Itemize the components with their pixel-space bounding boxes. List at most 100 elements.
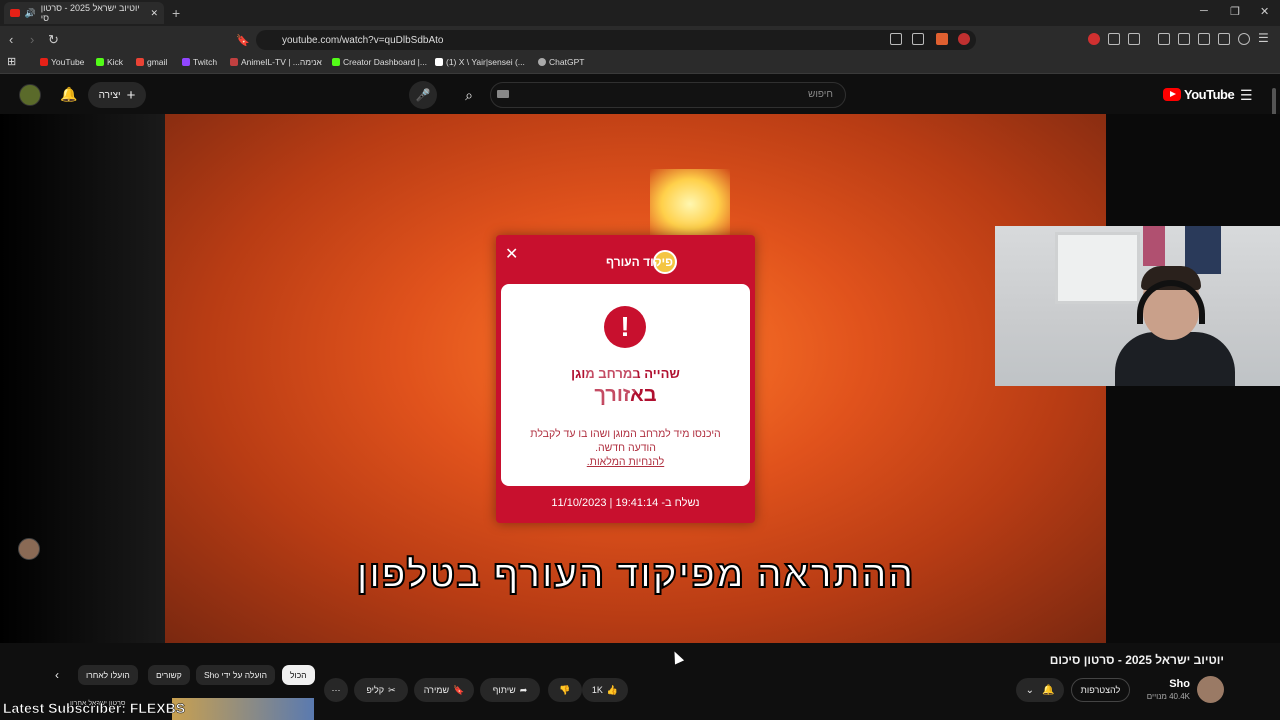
vpn-icon[interactable] <box>1238 33 1250 45</box>
share-page-icon[interactable] <box>912 33 924 45</box>
browser-tab[interactable]: 🔊 יוטיוב ישראל 2025 - סרטון סי ✕ <box>4 2 164 24</box>
thumbs-up-icon: 👍 <box>606 684 619 695</box>
kick-icon <box>96 58 104 66</box>
browser-tab-bar: 🔊 יוטיוב ישראל 2025 - סרטון סי ✕ + ─ ❐ ✕ <box>0 0 1280 26</box>
extension-red-icon[interactable] <box>1088 33 1100 45</box>
webcam-overlay <box>995 226 1280 386</box>
share-button[interactable]: ➦ שיתוף <box>480 678 540 702</box>
webcam-poster <box>1143 226 1165 266</box>
recommended-video-thumbnail[interactable] <box>172 698 314 720</box>
more-icon: ⋯ <box>331 684 341 695</box>
youtube-logo[interactable]: YouTube <box>1163 87 1235 102</box>
subscription-bell-button[interactable]: ⌄ 🔔 <box>1016 678 1064 702</box>
close-window-icon[interactable]: ✕ <box>1260 5 1269 18</box>
bookmark-youtube[interactable]: YouTube <box>40 57 84 67</box>
stream-overlay-latest-subscriber: Latest Subscriber: FLEXBS <box>3 700 186 717</box>
speaker-icon[interactable]: 🔊 <box>25 8 36 19</box>
wallet-icon[interactable] <box>1198 33 1210 45</box>
save-button[interactable]: 🔖 שמירה <box>414 678 474 702</box>
guide-menu-icon[interactable]: ☰ <box>1240 87 1253 104</box>
mouse-cursor-icon <box>669 649 685 665</box>
streamer-emote-icon <box>18 538 40 560</box>
thumbs-down-icon: 👎 <box>559 684 571 695</box>
share-icon: ➦ <box>519 684 528 695</box>
bookmark-gmail[interactable]: gmail <box>136 57 167 67</box>
search-input[interactable]: חיפוש <box>490 82 846 108</box>
like-button[interactable]: 👍 1K <box>582 678 628 702</box>
scissors-icon: ✂ <box>388 684 396 695</box>
voice-search-icon[interactable]: 🎤 <box>409 81 437 109</box>
like-count: 1K <box>591 685 603 695</box>
search-placeholder: חיפוש <box>808 89 833 100</box>
forward-icon[interactable]: › <box>30 32 34 47</box>
alert-instructions: היכנסו מיד למרחב המוגן ושהו בו עד לקבלת … <box>521 427 730 469</box>
close-icon: ✕ <box>505 246 519 263</box>
bookmark-animeil[interactable]: AnimeIL-TV | ...אנימה <box>230 57 322 67</box>
alert-guidelines-link: להנחיות המלאות. <box>586 456 665 468</box>
chevron-left-icon[interactable]: ‹ <box>55 668 59 682</box>
share-label: שיתוף <box>492 685 516 695</box>
bookmark-chatgpt[interactable]: ChatGPT <box>538 57 584 67</box>
kick-icon <box>332 58 340 66</box>
chip-all[interactable]: הכול <box>282 665 315 685</box>
channel-subscriber-count: 40.4K מנויים <box>1146 692 1190 701</box>
x-icon <box>435 58 443 66</box>
extensions-icon[interactable] <box>1108 33 1120 45</box>
ai-icon[interactable] <box>1218 33 1230 45</box>
notifications-bell-icon[interactable]: 🔔 <box>60 86 77 103</box>
save-label: שמירה <box>423 685 450 695</box>
url-field[interactable]: youtube.com/watch?v=quDlbSdbAto <box>256 30 976 50</box>
reload-icon[interactable]: ↻ <box>48 32 59 48</box>
back-icon[interactable]: ‹ <box>9 32 13 47</box>
menu-icon[interactable]: ☰ <box>1258 31 1270 45</box>
youtube-favicon-icon <box>10 9 20 17</box>
webcam-person-body <box>1115 332 1235 386</box>
channel-avatar[interactable] <box>1197 676 1224 703</box>
extension-box-icon[interactable] <box>1128 33 1140 45</box>
new-tab-button[interactable]: + <box>172 5 180 21</box>
youtube-bookmark-icon <box>40 58 48 66</box>
sidebar-icon[interactable] <box>1178 33 1190 45</box>
keyboard-icon[interactable] <box>497 90 509 98</box>
gmail-icon <box>136 58 144 66</box>
chip-by-sho[interactable]: הועלה על ידי Sho <box>196 665 276 685</box>
create-label: יצירה <box>98 89 121 101</box>
webcam-person <box>1115 266 1235 386</box>
bookmark-x[interactable]: (1) X \ Yair|sensei (... <box>435 57 525 67</box>
chip-related[interactable]: קשורים <box>148 665 190 685</box>
video-left-letterbox <box>0 114 165 643</box>
dislike-button[interactable]: 👎 <box>548 678 582 702</box>
minimize-icon[interactable]: ─ <box>1200 5 1208 17</box>
play-overlay-icon[interactable] <box>584 352 638 406</box>
tab-title: יוטיוב ישראל 2025 - סרטון סי <box>40 3 140 23</box>
more-actions-button[interactable]: ⋯ <box>324 678 348 702</box>
avatar[interactable] <box>19 84 41 106</box>
create-button[interactable]: יצירה + <box>88 82 146 108</box>
video-subtitle: ההתראה מפיקוד העורף בטלפון <box>355 553 915 597</box>
music-icon[interactable] <box>1158 33 1170 45</box>
youtube-logo-text: YouTube <box>1184 87 1235 102</box>
join-button[interactable]: להצטרפות <box>1071 678 1130 702</box>
video-lamp-glow <box>650 169 730 239</box>
channel-name[interactable]: Sho <box>1169 678 1190 690</box>
plus-icon: + <box>126 86 136 104</box>
close-tab-icon[interactable]: ✕ <box>150 8 158 19</box>
bookmark-creator-dashboard[interactable]: Creator Dashboard |... <box>332 57 427 67</box>
cast-icon[interactable] <box>890 33 902 45</box>
clip-label: קליפ <box>366 685 385 695</box>
brave-rewards-icon[interactable] <box>958 33 970 45</box>
alert-timestamp: נשלח ב- 19:41:14 | 11/10/2023 <box>551 497 700 509</box>
brave-shield-icon[interactable] <box>936 33 948 45</box>
apps-grid-icon[interactable]: ⊞ <box>7 55 16 68</box>
bell-icon: 🔔 <box>1041 684 1055 696</box>
clip-button[interactable]: ✂ קליפ <box>354 678 408 702</box>
twitch-icon <box>182 58 190 66</box>
bookmark-twitch[interactable]: Twitch <box>182 57 217 67</box>
bookmark-kick[interactable]: Kick <box>96 57 123 67</box>
chip-recent[interactable]: הועלו לאחרו <box>78 665 138 685</box>
alert-body-text: היכנסו מיד למרחב המוגן ושהו בו עד לקבלת … <box>530 428 721 454</box>
bookmark-icon[interactable]: 🔖 <box>236 34 250 47</box>
animeil-icon <box>230 58 238 66</box>
restore-icon[interactable]: ❐ <box>1230 5 1240 18</box>
search-icon[interactable]: ⌕ <box>450 82 488 108</box>
